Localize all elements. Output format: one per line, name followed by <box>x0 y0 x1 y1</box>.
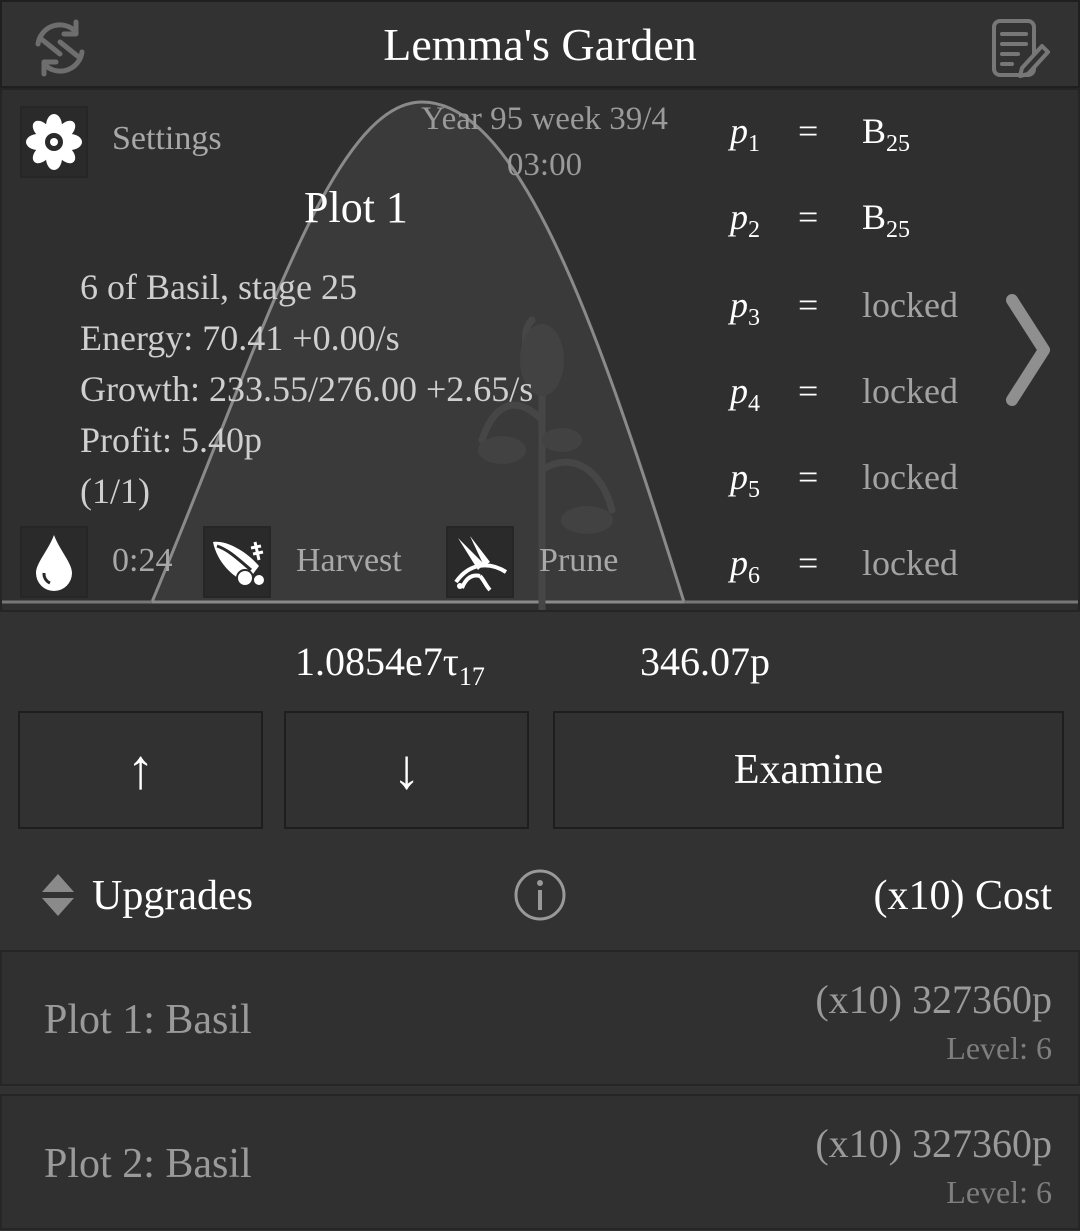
upgrade-row-plot-2[interactable]: Plot 2: Basil (x10) 327360p Level: 6 <box>0 1094 1080 1230</box>
flower-icon <box>26 114 82 170</box>
settings-button[interactable] <box>20 106 88 178</box>
move-down-button[interactable]: ↓ <box>284 711 529 829</box>
up-arrow-icon: ↑ <box>126 739 155 801</box>
app-title: Lemma's Garden <box>383 19 697 70</box>
upgrades-header: Upgrades (x10) Cost <box>0 862 1080 932</box>
param-symbol: p5 <box>730 457 760 503</box>
equals-sign: = <box>798 111 819 151</box>
cornucopia-icon <box>213 541 266 587</box>
water-button[interactable] <box>20 526 88 598</box>
plot-info: 6 of Basil, stage 25 Energy: 70.41 +0.00… <box>80 262 533 517</box>
equals-sign: = <box>798 543 819 583</box>
upgrade-name: Plot 1: Basil <box>44 997 252 1043</box>
param-value: locked <box>862 285 958 325</box>
examine-label: Examine <box>733 747 884 793</box>
param-symbol: p1 <box>730 111 760 157</box>
cost-header: (x10) Cost <box>873 873 1053 919</box>
plant-stage-text: 6 of Basil, stage 25 <box>80 267 357 307</box>
param-symbol: p2 <box>730 197 760 243</box>
equals-sign: = <box>798 371 819 411</box>
examine-button[interactable]: Examine <box>553 711 1064 829</box>
profit-text: Profit: 5.40p <box>80 420 263 460</box>
harvest-button[interactable] <box>203 526 271 598</box>
settings-label[interactable]: Settings <box>112 120 222 158</box>
upgrade-name: Plot 2: Basil <box>44 1141 252 1187</box>
info-icon[interactable] <box>513 868 567 922</box>
prune-label[interactable]: Prune <box>539 542 618 580</box>
sort-arrows-icon[interactable] <box>40 872 76 918</box>
param-value: B25 <box>862 197 911 243</box>
header-bar: Lemma's Garden <box>0 0 1080 88</box>
chevron-right-icon[interactable] <box>1000 290 1056 410</box>
upgrades-label: Upgrades <box>92 873 253 919</box>
equals-sign: = <box>798 197 819 237</box>
param-symbol: p3 <box>730 285 760 331</box>
prune-scissors-icon <box>454 536 508 592</box>
param-value: locked <box>862 543 958 583</box>
equals-sign: = <box>798 457 819 497</box>
growth-text: Growth: 233.55/276.00 +2.65/s <box>80 369 534 409</box>
plot-title: Plot 1 <box>304 183 408 232</box>
plant-index-text: (1/1) <box>80 471 150 511</box>
tau-currency: 1.0854e7τ17 <box>295 639 485 691</box>
notes-edit-icon[interactable] <box>990 18 1050 80</box>
param-symbol: p4 <box>730 371 760 417</box>
equals-sign: = <box>798 285 819 325</box>
energy-text: Energy: 70.41 +0.00/s <box>80 318 400 358</box>
upgrade-price: (x10) 327360p <box>815 977 1052 1022</box>
param-value: B25 <box>862 111 911 157</box>
move-up-button[interactable]: ↑ <box>18 711 263 829</box>
date-time: 03:00 <box>506 147 583 183</box>
date-display: Year 95 week 39/4 03:00 <box>382 96 707 188</box>
prune-button[interactable] <box>446 526 514 598</box>
water-timer: 0:24 <box>112 542 173 579</box>
date-week: Year 95 week 39/4 <box>421 101 668 137</box>
upgrade-level: Level: 6 <box>946 1030 1052 1066</box>
upgrade-row-plot-1[interactable]: Plot 1: Basil (x10) 327360p Level: 6 <box>0 950 1080 1086</box>
water-drop-icon <box>36 535 72 591</box>
upgrade-level: Level: 6 <box>946 1174 1052 1210</box>
param-symbol: p6 <box>730 543 760 589</box>
param-value: locked <box>862 371 958 411</box>
param-value: locked <box>862 457 958 497</box>
profit-currency: 346.07p <box>640 639 770 684</box>
upgrade-price: (x10) 327360p <box>815 1121 1052 1166</box>
garden-panel: Year 95 week 39/4 03:00 Settings Plot 1 … <box>0 88 1080 612</box>
down-arrow-icon: ↓ <box>392 739 421 801</box>
harvest-label[interactable]: Harvest <box>296 542 402 580</box>
